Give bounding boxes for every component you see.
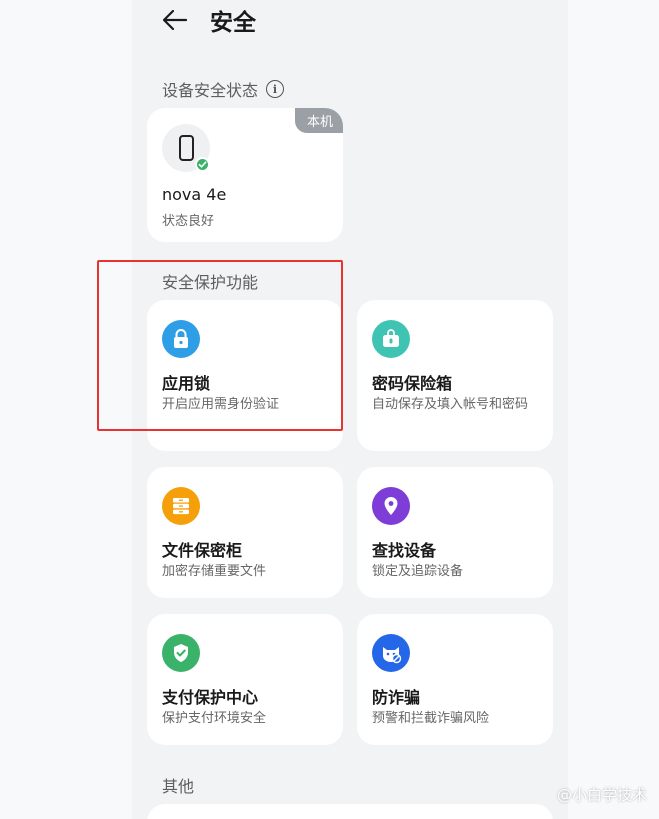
other-card[interactable] [147, 804, 553, 819]
file-safe-card[interactable]: 文件保密柜 加密存储重要文件 [147, 467, 343, 598]
password-vault-title: 密码保险箱 [372, 374, 453, 393]
anti-fraud-desc: 预警和拦截诈骗风险 [372, 711, 490, 726]
this-device-badge: 本机 [294, 108, 343, 133]
device-status: 状态良好 [162, 214, 215, 229]
payment-protection-title: 支付保护中心 [162, 688, 259, 707]
device-name: nova 4e [162, 185, 227, 204]
payment-protection-card[interactable]: 支付保护中心 保护支付环境安全 [147, 614, 343, 745]
vault-lock-icon [372, 320, 410, 358]
location-pin-icon [372, 487, 410, 525]
cabinet-icon [162, 487, 200, 525]
file-safe-title: 文件保密柜 [162, 541, 243, 560]
watermark: @小白学技术 [556, 786, 647, 804]
password-vault-card[interactable]: 密码保险箱 自动保存及填入帐号和密码 [357, 300, 553, 451]
anti-fraud-icon [372, 634, 410, 672]
anti-fraud-card[interactable]: 防诈骗 预警和拦截诈骗风险 [357, 614, 553, 745]
shield-check-icon [162, 634, 200, 672]
back-arrow-icon [162, 9, 188, 31]
device-section-header: 设备安全状态 i [162, 77, 285, 101]
other-section-header: 其他 [162, 773, 194, 797]
device-section-title: 设备安全状态 [162, 81, 259, 100]
top-bar: 安全 [162, 2, 256, 38]
find-device-card[interactable]: 查找设备 锁定及追踪设备 [357, 467, 553, 598]
back-button[interactable] [162, 7, 188, 33]
payment-protection-desc: 保护支付环境安全 [162, 711, 267, 726]
check-icon [195, 157, 210, 172]
device-avatar [162, 124, 210, 172]
device-card[interactable]: 本机 nova 4e 状态良好 [147, 108, 343, 242]
phone-icon [178, 135, 194, 161]
other-section-title: 其他 [162, 777, 195, 796]
page-title: 安全 [210, 10, 256, 36]
find-device-title: 查找设备 [372, 541, 437, 560]
highlight-annotation-box [97, 260, 343, 431]
info-icon[interactable]: i [266, 80, 285, 98]
anti-fraud-title: 防诈骗 [372, 688, 421, 707]
find-device-desc: 锁定及追踪设备 [372, 564, 464, 579]
password-vault-desc: 自动保存及填入帐号和密码 [372, 397, 529, 412]
file-safe-desc: 加密存储重要文件 [162, 564, 267, 579]
